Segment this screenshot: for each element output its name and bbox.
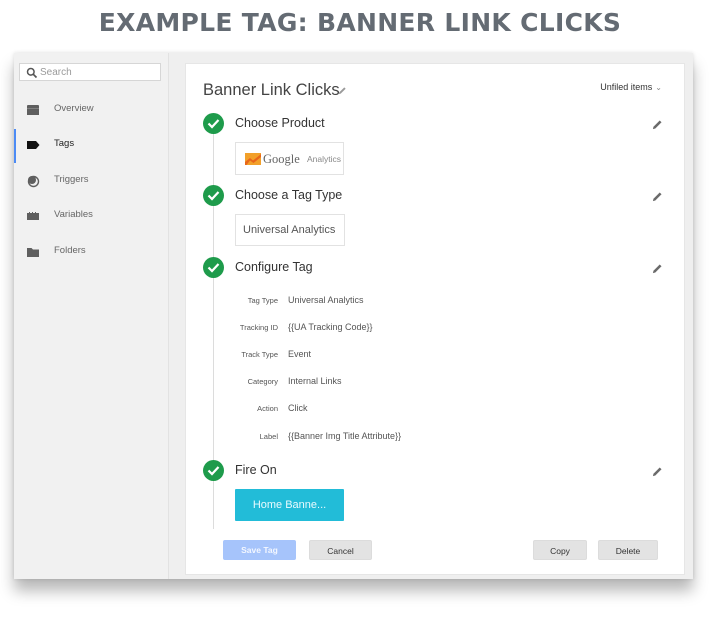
config-value: {{UA Tracking Code}} bbox=[288, 322, 373, 332]
cancel-button[interactable]: Cancel bbox=[309, 540, 372, 560]
tag-type-label: Universal Analytics bbox=[243, 224, 336, 236]
tag-icon bbox=[27, 141, 40, 149]
sidebar-item-tags[interactable]: Tags bbox=[14, 127, 168, 163]
pencil-icon[interactable] bbox=[652, 263, 663, 274]
search-input[interactable] bbox=[40, 64, 158, 80]
sidebar: Overview Tags Triggers Variables bbox=[14, 53, 169, 579]
folder-icon bbox=[27, 248, 39, 257]
banner-title: EXAMPLE TAG: BANNER LINK CLICKS bbox=[98, 8, 622, 37]
check-icon bbox=[203, 113, 224, 134]
sidebar-item-label: Triggers bbox=[54, 174, 89, 185]
delete-button[interactable]: Delete bbox=[598, 540, 658, 560]
search-icon bbox=[26, 67, 38, 79]
search-box[interactable] bbox=[19, 63, 161, 81]
sidebar-item-label: Variables bbox=[54, 209, 93, 220]
sidebar-item-folders[interactable]: Folders bbox=[14, 234, 168, 270]
pencil-icon[interactable] bbox=[338, 86, 347, 95]
config-value: Universal Analytics bbox=[288, 295, 364, 305]
step-title: Fire On bbox=[235, 463, 277, 477]
config-value: Internal Links bbox=[288, 376, 342, 386]
product-brand: Google bbox=[263, 152, 300, 166]
config-label: Action bbox=[257, 404, 278, 413]
google-analytics-logo-icon bbox=[245, 153, 261, 165]
check-icon bbox=[203, 460, 224, 481]
step-title: Configure Tag bbox=[235, 260, 313, 274]
tag-name[interactable]: Banner Link Clicks bbox=[203, 81, 340, 100]
config-value: {{Banner Img Title Attribute}} bbox=[288, 431, 402, 441]
folder-selector-label: Unfiled items bbox=[600, 82, 653, 92]
sidebar-item-label: Overview bbox=[54, 103, 94, 114]
config-label: Tracking ID bbox=[239, 323, 278, 332]
copy-button[interactable]: Copy bbox=[533, 540, 587, 560]
step-title: Choose Product bbox=[235, 116, 325, 130]
config-label: Label bbox=[259, 432, 278, 441]
chevron-down-icon: ⌄ bbox=[655, 83, 662, 92]
sidebar-item-label: Tags bbox=[54, 138, 75, 149]
pencil-icon[interactable] bbox=[652, 466, 663, 477]
product-chip-google-analytics[interactable]: Google Analytics bbox=[235, 142, 344, 175]
sidebar-item-overview[interactable]: Overview bbox=[14, 92, 168, 128]
product-name: Analytics bbox=[307, 154, 342, 164]
variables-icon bbox=[27, 212, 39, 220]
trigger-icon bbox=[27, 175, 40, 188]
pencil-icon[interactable] bbox=[652, 191, 663, 202]
check-icon bbox=[203, 185, 224, 206]
gtm-window: Overview Tags Triggers Variables bbox=[14, 53, 693, 579]
config-value: Event bbox=[288, 349, 312, 359]
step-title: Choose a Tag Type bbox=[235, 188, 343, 202]
pencil-icon[interactable] bbox=[652, 119, 663, 130]
check-icon bbox=[203, 257, 224, 278]
save-tag-button[interactable]: Save Tag bbox=[223, 540, 296, 560]
config-value: Click bbox=[288, 403, 308, 413]
config-label: Tag Type bbox=[247, 296, 278, 305]
sidebar-item-variables[interactable]: Variables bbox=[14, 198, 168, 234]
overview-icon bbox=[27, 105, 39, 115]
sidebar-item-label: Folders bbox=[54, 245, 86, 256]
trigger-chip[interactable]: Home Banne... bbox=[235, 489, 344, 521]
tag-editor-card: Banner Link Clicks Unfiled items ⌄ Choose… bbox=[185, 63, 685, 575]
folder-selector[interactable]: Unfiled items ⌄ bbox=[600, 82, 662, 92]
config-label: Category bbox=[247, 377, 278, 386]
tag-type-chip[interactable]: Universal Analytics bbox=[235, 214, 345, 246]
sidebar-item-triggers[interactable]: Triggers bbox=[14, 163, 168, 199]
config-label: Track Type bbox=[241, 350, 278, 359]
